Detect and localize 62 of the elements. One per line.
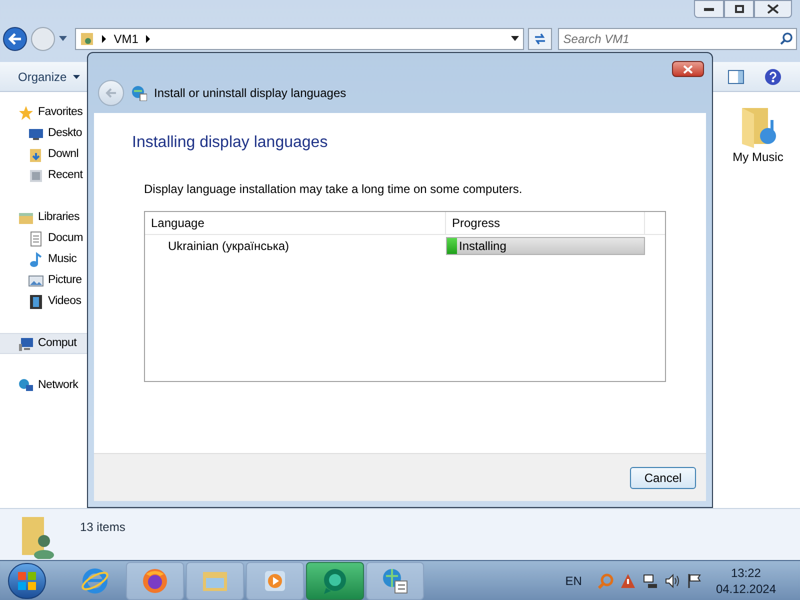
nav-item[interactable]: Libraries <box>0 207 87 228</box>
nav-item[interactable]: Comput <box>0 333 87 354</box>
breadcrumb-arrow-icon <box>102 35 106 43</box>
taskbar-app-button[interactable] <box>366 562 424 600</box>
speaker-icon[interactable] <box>664 572 680 588</box>
close-button[interactable] <box>754 0 792 18</box>
nav-item[interactable]: Network <box>0 375 87 396</box>
clock[interactable]: 13:22 04.12.2024 <box>716 564 776 596</box>
back-button[interactable] <box>3 27 27 51</box>
info-text: Display language installation may take a long time on some computers. <box>144 181 524 198</box>
search-field[interactable]: Search VM1 <box>558 28 798 50</box>
search-icon <box>780 32 794 45</box>
film-icon <box>28 294 44 310</box>
language-indicator[interactable]: EN <box>565 572 582 590</box>
folder-item[interactable]: My Music <box>728 104 788 166</box>
computer-icon <box>18 336 34 352</box>
close-icon <box>683 64 693 74</box>
network-icon <box>18 378 34 394</box>
nav-item[interactable]: Favorites <box>0 102 87 123</box>
close-icon <box>767 4 779 14</box>
nav-item[interactable]: Picture <box>0 270 87 291</box>
cancel-button[interactable]: Cancel <box>630 466 696 488</box>
globe-icon <box>131 85 147 101</box>
dialog-title: Install or uninstall display languages <box>154 85 346 102</box>
star-icon <box>18 104 34 120</box>
address-bar[interactable]: VM1 <box>74 28 524 50</box>
refresh-icon <box>533 33 548 45</box>
column-header[interactable]: Progress <box>446 212 645 234</box>
left-arrow-icon <box>105 88 117 98</box>
item-count: 13 items <box>80 519 126 536</box>
left-arrow-icon <box>8 33 22 45</box>
document-icon <box>28 230 44 246</box>
windows-logo-icon <box>17 570 37 590</box>
taskbar-app-button[interactable] <box>126 562 184 600</box>
start-button[interactable] <box>8 562 46 598</box>
nav-item[interactable]: Music <box>0 249 87 270</box>
page-heading: Installing display languages <box>132 133 329 153</box>
organize-menu[interactable]: Organize <box>18 68 80 86</box>
network-icon[interactable] <box>642 572 658 588</box>
close-button[interactable] <box>672 61 704 77</box>
restore-button[interactable] <box>724 0 754 18</box>
nav-item[interactable]: Downl <box>0 144 87 165</box>
breadcrumb-item[interactable]: VM1 <box>114 30 138 48</box>
help-icon[interactable] <box>764 68 782 86</box>
progress-text: Installing <box>459 238 506 254</box>
warning-icon[interactable] <box>620 572 636 588</box>
nav-item[interactable]: Videos <box>0 291 87 312</box>
music-note-icon <box>28 252 44 268</box>
minimize-button[interactable] <box>694 0 724 18</box>
refresh-button[interactable] <box>528 28 552 50</box>
preview-pane-icon[interactable] <box>728 70 744 84</box>
nav-item[interactable]: Recent <box>0 165 87 186</box>
column-header[interactable]: Language <box>145 212 446 234</box>
caret-icon <box>72 74 80 78</box>
picture-icon <box>28 272 44 288</box>
dropdown-icon[interactable] <box>511 36 520 42</box>
table-cell-text: Ukrainian (українська) <box>167 238 290 255</box>
flag-icon[interactable] <box>686 572 702 588</box>
nav-item[interactable]: Deskto <box>0 123 87 144</box>
breadcrumb-arrow-icon <box>146 35 150 43</box>
browser-icon <box>80 566 110 596</box>
nav-item[interactable]: Docum <box>0 228 87 249</box>
